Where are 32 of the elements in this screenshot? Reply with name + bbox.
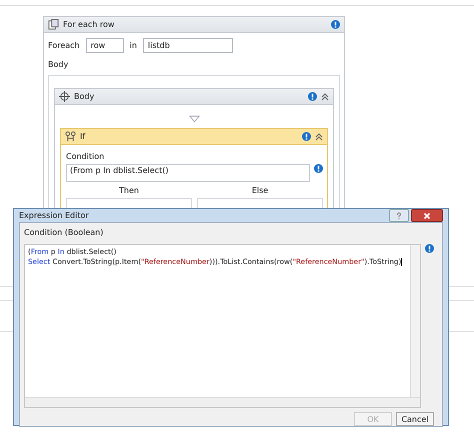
activity-title: If — [80, 132, 86, 141]
condition-label: Condition — [66, 152, 104, 161]
info-icon[interactable] — [425, 244, 434, 253]
in-label: in — [130, 41, 137, 50]
close-icon — [423, 212, 431, 220]
activity-title: For each row — [63, 20, 116, 29]
dialog-title: Expression Editor — [19, 211, 90, 220]
document-icon — [48, 19, 59, 30]
expression-label: Condition (Boolean) — [24, 228, 104, 237]
close-button[interactable] — [411, 209, 443, 222]
collapse-icon[interactable] — [315, 132, 323, 140]
collection-field[interactable]: listdb — [142, 38, 233, 53]
else-label: Else — [252, 186, 268, 195]
drop-target-icon — [188, 115, 200, 123]
foreach-label: Foreach — [48, 41, 80, 50]
help-button[interactable] — [389, 209, 409, 222]
info-icon[interactable] — [308, 92, 317, 101]
branch-icon — [65, 131, 76, 142]
item-variable-field[interactable]: row — [86, 38, 124, 53]
body-label: Body — [48, 60, 68, 69]
condition-field[interactable]: (From p In dblist.Select() — [66, 164, 310, 182]
info-icon[interactable] — [314, 164, 323, 173]
then-label: Then — [119, 186, 139, 195]
info-icon[interactable] — [331, 20, 340, 29]
collapse-icon[interactable] — [321, 92, 329, 100]
vertical-scrollbar[interactable] — [410, 245, 420, 397]
activity-title: Body — [74, 92, 96, 101]
dialog-button[interactable]: Cancel — [396, 412, 434, 426]
sequence-icon — [59, 91, 70, 102]
horizontal-scrollbar[interactable] — [25, 397, 420, 407]
help-icon — [395, 212, 403, 220]
info-icon[interactable] — [302, 132, 311, 141]
